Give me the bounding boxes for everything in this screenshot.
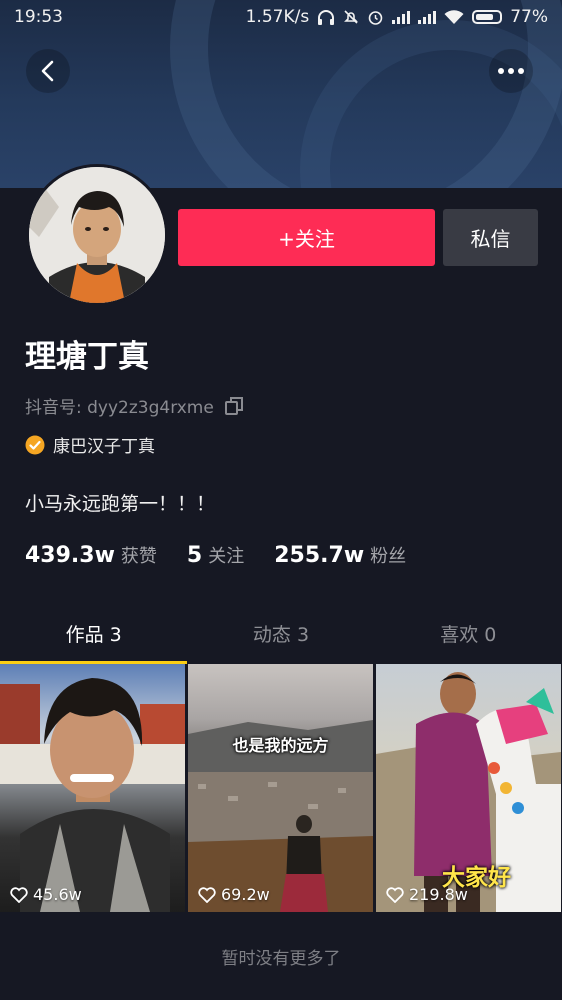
followers-count: 255.7w bbox=[274, 543, 365, 568]
video-grid: 45.6w 也是我的远方 69.2w 大家好 219.8w bbox=[0, 664, 562, 912]
thumbnail-image bbox=[0, 678, 185, 912]
verified-row: 康巴汉子丁真 bbox=[25, 432, 155, 457]
mute-bell-icon bbox=[344, 10, 359, 24]
likes-count-badge: 69.2w bbox=[198, 885, 270, 904]
video-thumbnail[interactable]: 也是我的远方 69.2w bbox=[188, 664, 373, 912]
video-likes: 45.6w bbox=[33, 885, 82, 904]
verified-badge-icon bbox=[25, 435, 45, 454]
video-likes: 69.2w bbox=[221, 885, 270, 904]
status-time: 19:53 bbox=[14, 7, 63, 27]
douyin-id: 抖音号: dyy2z3g4rxme bbox=[25, 398, 214, 418]
no-more-text: 暂时没有更多了 bbox=[221, 949, 341, 969]
battery-percent: 77% bbox=[510, 7, 548, 27]
network-speed: 1.57K/s bbox=[245, 7, 310, 27]
douyin-id-row: 抖音号: dyy2z3g4rxme bbox=[25, 393, 244, 418]
following-stat[interactable]: 5 关注 bbox=[187, 542, 244, 568]
avatar-photo bbox=[29, 167, 165, 303]
signal-icon bbox=[418, 10, 437, 24]
more-button[interactable] bbox=[489, 49, 533, 93]
bio: 小马永远跑第一！！！ bbox=[25, 493, 216, 515]
tab-activity[interactable]: 动态 3 bbox=[187, 605, 374, 661]
status-bar: 19:53 1.57K/s 77% bbox=[0, 0, 562, 34]
video-caption: 也是我的远方 bbox=[232, 736, 329, 755]
following-label: 关注 bbox=[208, 546, 245, 567]
avatar[interactable] bbox=[26, 164, 168, 306]
profile-tabs: 作品 3 动态 3 喜欢 0 bbox=[0, 605, 562, 664]
back-arrow-icon bbox=[41, 60, 54, 82]
more-dots-icon bbox=[498, 68, 524, 74]
following-count: 5 bbox=[186, 543, 203, 568]
likes-stat: 439.3w 获赞 bbox=[25, 542, 157, 568]
heart-icon bbox=[198, 886, 216, 903]
copy-icon[interactable] bbox=[224, 396, 244, 416]
signal-icon bbox=[392, 10, 411, 24]
follow-label: +关注 bbox=[278, 227, 335, 251]
battery-icon bbox=[472, 10, 503, 24]
message-label: 私信 bbox=[470, 227, 511, 251]
back-button[interactable] bbox=[26, 49, 70, 93]
heart-icon bbox=[386, 886, 404, 903]
likes-label: 获赞 bbox=[120, 546, 157, 567]
video-likes: 219.8w bbox=[409, 885, 468, 904]
followers-label: 粉丝 bbox=[370, 546, 407, 567]
likes-count-badge: 219.8w bbox=[386, 885, 468, 904]
tab-works[interactable]: 作品 3 bbox=[0, 605, 188, 664]
stats-row: 439.3w 获赞 5 关注 255.7w 粉丝 bbox=[25, 542, 406, 568]
likes-count-badge: 45.6w bbox=[10, 885, 82, 904]
tab-likes[interactable]: 喜欢 0 bbox=[375, 605, 562, 661]
profile-name: 理塘丁真 bbox=[25, 339, 149, 375]
follow-button[interactable]: +关注 bbox=[178, 209, 435, 266]
alarm-icon bbox=[368, 10, 383, 25]
followers-stat[interactable]: 255.7w 粉丝 bbox=[274, 542, 406, 568]
headphones-icon bbox=[318, 10, 335, 25]
heart-icon bbox=[10, 886, 28, 903]
message-button[interactable]: 私信 bbox=[443, 209, 538, 266]
verified-text: 康巴汉子丁真 bbox=[53, 437, 155, 457]
wifi-icon bbox=[444, 9, 464, 24]
likes-count: 439.3w bbox=[25, 543, 115, 568]
video-thumbnail[interactable]: 大家好 219.8w bbox=[376, 664, 561, 912]
video-thumbnail[interactable]: 45.6w bbox=[0, 664, 185, 912]
thumbnail-image bbox=[188, 720, 373, 912]
